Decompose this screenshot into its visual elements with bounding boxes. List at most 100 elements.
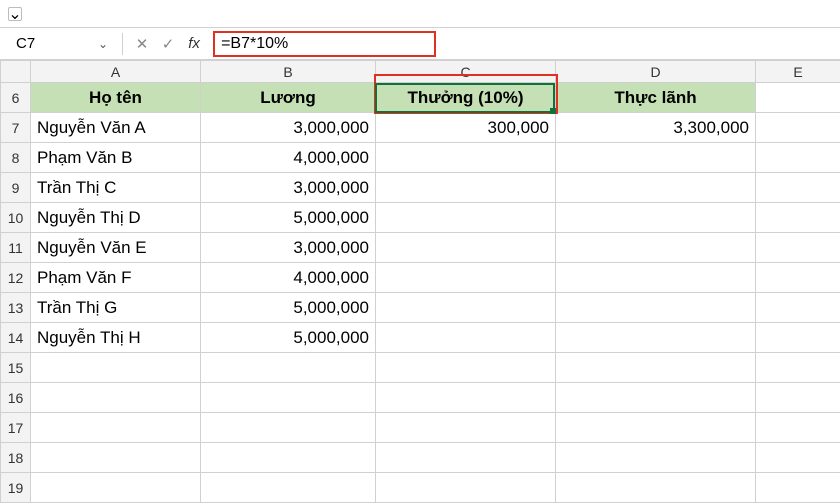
cell[interactable] [31, 383, 201, 413]
cell[interactable] [556, 443, 756, 473]
cell-bonus[interactable] [376, 173, 556, 203]
cell[interactable] [756, 443, 840, 473]
cell-bonus[interactable] [376, 323, 556, 353]
cell-bonus[interactable] [376, 233, 556, 263]
row-header[interactable]: 6 [1, 83, 31, 113]
cell[interactable] [201, 473, 376, 503]
cell-salary[interactable]: 5,000,000 [201, 203, 376, 233]
col-header-d[interactable]: D [556, 61, 756, 83]
header-bonus[interactable]: Thưởng (10%) [376, 83, 556, 113]
quick-access-dropdown[interactable]: ⌄ [8, 7, 22, 21]
col-header-a[interactable]: A [31, 61, 201, 83]
cell[interactable] [201, 413, 376, 443]
cell[interactable] [756, 383, 840, 413]
cell[interactable] [756, 353, 840, 383]
cell-name[interactable]: Phạm Văn B [31, 143, 201, 173]
cell-name[interactable]: Nguyễn Văn E [31, 233, 201, 263]
cell[interactable] [376, 383, 556, 413]
cell[interactable] [376, 473, 556, 503]
col-header-e[interactable]: E [756, 61, 840, 83]
cell[interactable] [756, 413, 840, 443]
cell[interactable] [31, 353, 201, 383]
cell-name[interactable]: Trần Thị C [31, 173, 201, 203]
select-all-corner[interactable] [1, 61, 31, 83]
cancel-formula-button[interactable]: ✕ [131, 33, 153, 55]
cell[interactable] [756, 113, 840, 143]
cell-bonus[interactable] [376, 203, 556, 233]
cell-total[interactable]: 3,300,000 [556, 113, 756, 143]
cell[interactable] [756, 173, 840, 203]
cell-salary[interactable]: 3,000,000 [201, 113, 376, 143]
header-total[interactable]: Thực lãnh [556, 83, 756, 113]
row-header[interactable]: 8 [1, 143, 31, 173]
col-header-b[interactable]: B [201, 61, 376, 83]
row-header[interactable]: 7 [1, 113, 31, 143]
cell-name[interactable]: Phạm Văn F [31, 263, 201, 293]
row-header[interactable]: 9 [1, 173, 31, 203]
cell-total[interactable] [556, 173, 756, 203]
cell[interactable] [756, 473, 840, 503]
cell[interactable] [376, 353, 556, 383]
cell-total[interactable] [556, 203, 756, 233]
cell[interactable] [556, 353, 756, 383]
row-header[interactable]: 10 [1, 203, 31, 233]
cell-name[interactable]: Nguyễn Văn A [31, 113, 201, 143]
header-salary[interactable]: Lương [201, 83, 376, 113]
formula-input[interactable] [221, 35, 428, 53]
cell-salary[interactable]: 3,000,000 [201, 233, 376, 263]
title-bar: ⌄ [0, 0, 840, 28]
cell[interactable] [556, 413, 756, 443]
header-name[interactable]: Họ tên [31, 83, 201, 113]
cell[interactable] [376, 413, 556, 443]
cell[interactable] [756, 323, 840, 353]
cell-salary[interactable]: 4,000,000 [201, 143, 376, 173]
cell-name[interactable]: Nguyễn Thị H [31, 323, 201, 353]
cell-salary[interactable]: 5,000,000 [201, 293, 376, 323]
cell[interactable] [756, 83, 840, 113]
grid[interactable]: A B C D E 6 Họ tên Lương Thưởng (10%) Th… [0, 60, 840, 503]
row-header[interactable]: 19 [1, 473, 31, 503]
cell[interactable] [556, 383, 756, 413]
cell-salary[interactable]: 3,000,000 [201, 173, 376, 203]
cell[interactable] [201, 443, 376, 473]
col-header-c[interactable]: C [376, 61, 556, 83]
cell-name[interactable]: Trần Thị G [31, 293, 201, 323]
cell-bonus[interactable] [376, 143, 556, 173]
accept-formula-button[interactable]: ✓ [157, 33, 179, 55]
cell[interactable] [756, 143, 840, 173]
cell[interactable] [756, 203, 840, 233]
cell-total[interactable] [556, 323, 756, 353]
cell[interactable] [556, 473, 756, 503]
row-header[interactable]: 15 [1, 353, 31, 383]
cell-total[interactable] [556, 143, 756, 173]
cell[interactable] [31, 413, 201, 443]
cell[interactable] [376, 443, 556, 473]
row-header[interactable]: 16 [1, 383, 31, 413]
cell-bonus[interactable] [376, 293, 556, 323]
name-box-dropdown-icon[interactable]: ⌄ [98, 37, 108, 51]
cell[interactable] [756, 293, 840, 323]
name-box[interactable] [12, 33, 92, 55]
cell[interactable] [756, 263, 840, 293]
row-header[interactable]: 18 [1, 443, 31, 473]
insert-function-button[interactable]: fx [183, 33, 205, 55]
cell[interactable] [201, 383, 376, 413]
row-header[interactable]: 13 [1, 293, 31, 323]
worksheet[interactable]: A B C D E 6 Họ tên Lương Thưởng (10%) Th… [0, 60, 840, 503]
cell[interactable] [31, 473, 201, 503]
cell[interactable] [756, 233, 840, 263]
row-header[interactable]: 11 [1, 233, 31, 263]
cell-total[interactable] [556, 263, 756, 293]
cell-bonus[interactable] [376, 263, 556, 293]
row-header[interactable]: 12 [1, 263, 31, 293]
cell-total[interactable] [556, 293, 756, 323]
cell[interactable] [201, 353, 376, 383]
cell[interactable] [31, 443, 201, 473]
cell-salary[interactable]: 4,000,000 [201, 263, 376, 293]
row-header[interactable]: 14 [1, 323, 31, 353]
cell-total[interactable] [556, 233, 756, 263]
cell-salary[interactable]: 5,000,000 [201, 323, 376, 353]
row-header[interactable]: 17 [1, 413, 31, 443]
cell-bonus[interactable]: 300,000 [376, 113, 556, 143]
cell-name[interactable]: Nguyễn Thị D [31, 203, 201, 233]
